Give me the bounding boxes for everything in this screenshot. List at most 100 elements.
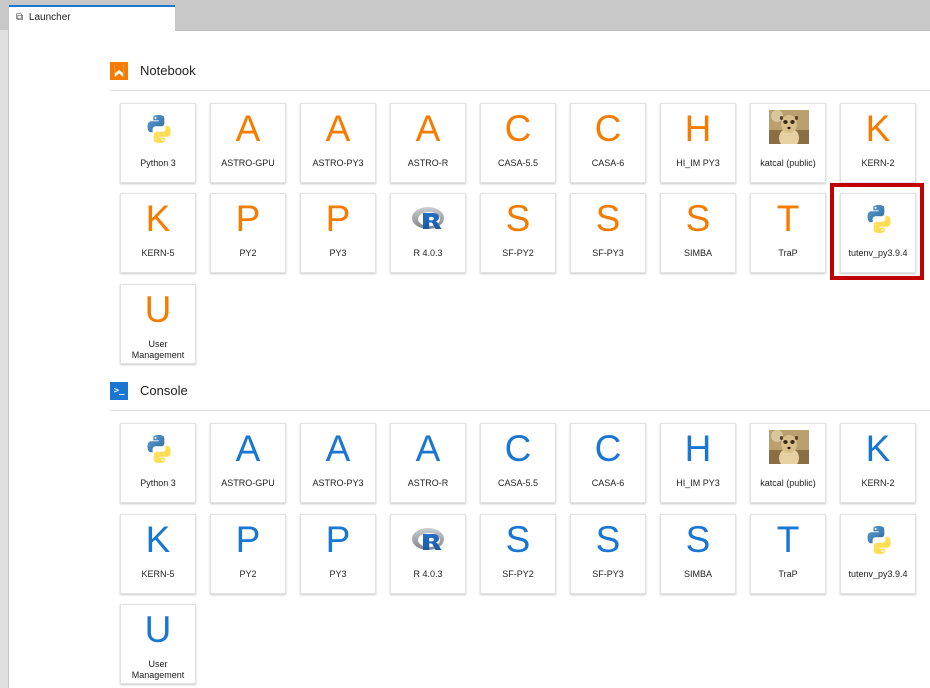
kernel-letter-icon: P — [235, 519, 261, 560]
console-card-sf-py3[interactable]: S SF-PY3 — [570, 514, 646, 594]
card-label: CASA-6 — [591, 478, 625, 488]
notebook-card-kern-2[interactable]: K KERN-2 — [840, 103, 916, 183]
notebook-card-katcal-public[interactable]: katcal (public) — [750, 103, 826, 183]
kernel-letter-icon: T — [776, 198, 800, 239]
notebook-card-python-3[interactable]: Python 3 — [120, 103, 196, 183]
left-sidebar — [0, 30, 9, 688]
kernel-letter-icon: H — [684, 428, 712, 469]
notebook-card-sf-py2[interactable]: S SF-PY2 — [480, 193, 556, 273]
card-label: KERN-5 — [141, 569, 175, 579]
section-title: Notebook — [140, 63, 196, 78]
section-header-console: >_ Console — [110, 381, 930, 411]
console-card-r-4-0-3[interactable]: R 4.0.3 — [390, 514, 466, 594]
section-header-notebook: Notebook — [110, 61, 930, 91]
console-card-py3[interactable]: P PY3 — [300, 514, 376, 594]
card-label: R 4.0.3 — [413, 248, 443, 258]
notebook-bookmark-icon — [110, 62, 128, 80]
card-label: PY3 — [329, 569, 347, 579]
card-label: Python 3 — [140, 478, 176, 488]
console-card-trap[interactable]: T TraP — [750, 514, 826, 594]
card-label: CASA-5.5 — [497, 478, 539, 488]
card-label: ASTRO-PY3 — [312, 478, 364, 488]
kernel-letter-icon: S — [595, 198, 621, 239]
card-label: ASTRO-PY3 — [312, 158, 364, 168]
card-label: SF-PY2 — [502, 569, 534, 579]
kernel-letter-icon: S — [505, 198, 531, 239]
r-logo-icon — [412, 528, 444, 550]
card-label: User Management — [131, 339, 185, 360]
card-label: SF-PY3 — [592, 248, 624, 258]
kernel-letter-icon: S — [685, 519, 711, 560]
card-label: PY2 — [239, 569, 257, 579]
notebook-card-casa-6[interactable]: C CASA-6 — [570, 103, 646, 183]
console-card-casa-6[interactable]: C CASA-6 — [570, 423, 646, 503]
console-card-casa-5-5[interactable]: C CASA-5.5 — [480, 423, 556, 503]
notebook-card-py3[interactable]: P PY3 — [300, 193, 376, 273]
kernel-letter-icon: C — [504, 108, 532, 149]
card-label: ASTRO-GPU — [221, 478, 275, 488]
card-label: ASTRO-R — [407, 158, 449, 168]
notebook-card-sf-py3[interactable]: S SF-PY3 — [570, 193, 646, 273]
console-card-kern-2[interactable]: K KERN-2 — [840, 423, 916, 503]
console-card-kern-5[interactable]: K KERN-5 — [120, 514, 196, 594]
card-label: HI_IM PY3 — [676, 478, 720, 488]
card-label: SIMBA — [683, 569, 712, 579]
kernel-letter-icon: A — [325, 428, 351, 469]
console-card-py2[interactable]: P PY2 — [210, 514, 286, 594]
tab-launcher[interactable]: ⧉ Launcher — [9, 5, 175, 31]
python-logo-icon — [867, 526, 891, 554]
console-card-tutenv-py3-9-4[interactable]: tutenv_py3.9.4 — [840, 514, 916, 594]
console-card-simba[interactable]: S SIMBA — [660, 514, 736, 594]
kernel-letter-icon: P — [235, 198, 261, 239]
console-card-astro-py3[interactable]: A ASTRO-PY3 — [300, 423, 376, 503]
console-card-katcal-public[interactable]: katcal (public) — [750, 423, 826, 503]
meerkat-logo-icon — [769, 110, 809, 144]
card-label: tutenv_py3.9.4 — [848, 569, 908, 579]
card-label: Python 3 — [140, 158, 176, 168]
notebook-card-simba[interactable]: S SIMBA — [660, 193, 736, 273]
notebook-card-r-4-0-3[interactable]: R 4.0.3 — [390, 193, 466, 273]
card-label: ASTRO-GPU — [221, 158, 275, 168]
section-title: Console — [140, 383, 188, 398]
kernel-letter-icon: K — [145, 519, 171, 560]
r-logo-icon — [412, 207, 444, 229]
notebook-card-astro-r[interactable]: A ASTRO-R — [390, 103, 466, 183]
kernel-letter-icon: S — [505, 519, 531, 560]
console-card-user-management[interactable]: U User Management — [120, 604, 196, 684]
notebook-card-py2[interactable]: P PY2 — [210, 193, 286, 273]
kernel-letter-icon: K — [865, 108, 891, 149]
kernel-letter-icon: H — [684, 108, 712, 149]
card-label: CASA-5.5 — [497, 158, 539, 168]
kernel-letter-icon: K — [145, 198, 171, 239]
external-link-icon: ⧉ — [16, 12, 24, 23]
console-card-astro-r[interactable]: A ASTRO-R — [390, 423, 466, 503]
kernel-letter-icon: T — [776, 519, 800, 560]
card-label: SF-PY2 — [502, 248, 534, 258]
console-card-python-3[interactable]: Python 3 — [120, 423, 196, 503]
notebook-card-hi-im-py3[interactable]: H HI_IM PY3 — [660, 103, 736, 183]
python-logo-icon — [147, 435, 171, 463]
meerkat-logo-icon — [769, 430, 809, 464]
card-label: CASA-6 — [591, 158, 625, 168]
card-label: katcal (public) — [760, 478, 816, 488]
card-label: PY3 — [329, 248, 347, 258]
notebook-card-trap[interactable]: T TraP — [750, 193, 826, 273]
notebook-card-astro-gpu[interactable]: A ASTRO-GPU — [210, 103, 286, 183]
kernel-letter-icon: P — [325, 198, 351, 239]
notebook-card-astro-py3[interactable]: A ASTRO-PY3 — [300, 103, 376, 183]
console-card-hi-im-py3[interactable]: H HI_IM PY3 — [660, 423, 736, 503]
kernel-letter-icon: A — [235, 108, 261, 149]
notebook-card-casa-5-5[interactable]: C CASA-5.5 — [480, 103, 556, 183]
card-label: HI_IM PY3 — [676, 158, 720, 168]
kernel-letter-icon: C — [594, 108, 622, 149]
card-label: User Management — [131, 659, 185, 680]
notebook-card-user-management[interactable]: U User Management — [120, 284, 196, 364]
kernel-letter-icon: U — [144, 289, 172, 330]
card-label: KERN-2 — [861, 478, 895, 488]
kernel-letter-icon: U — [144, 609, 172, 650]
console-card-sf-py2[interactable]: S SF-PY2 — [480, 514, 556, 594]
kernel-letter-icon: P — [325, 519, 351, 560]
kernel-letter-icon: K — [865, 428, 891, 469]
notebook-card-kern-5[interactable]: K KERN-5 — [120, 193, 196, 273]
console-card-astro-gpu[interactable]: A ASTRO-GPU — [210, 423, 286, 503]
